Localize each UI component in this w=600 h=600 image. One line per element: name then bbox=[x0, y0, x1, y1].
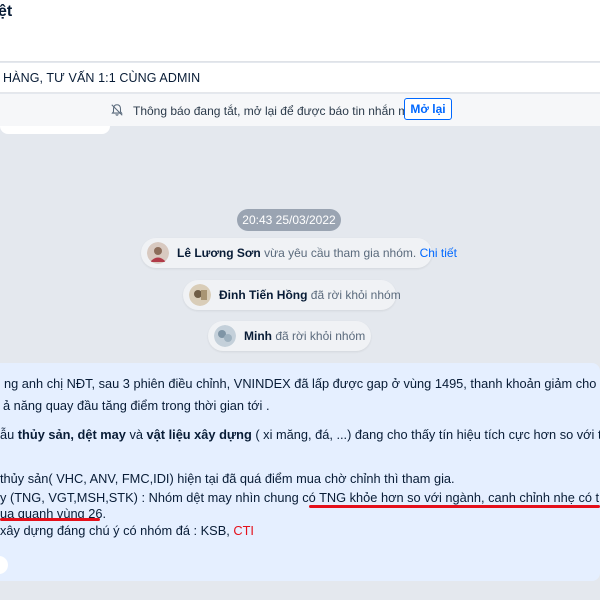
user-avatar bbox=[214, 325, 236, 347]
text-span: y (TNG, VGT,MSH,STK) : Nhóm dệt may nhìn… bbox=[0, 490, 320, 505]
text-span: ( xi măng, đá, ...) đang cho thấy tín hi… bbox=[251, 427, 600, 442]
member-name[interactable]: Đinh Tiến Hồng bbox=[219, 288, 307, 302]
notice-text: Thông báo đang tắt, mở lại để được báo t… bbox=[133, 104, 419, 118]
message-line: y (TNG, VGT,MSH,STK) : Nhóm dệt may nhìn… bbox=[0, 490, 600, 505]
highlighted-ticker: CTI bbox=[233, 523, 254, 538]
member-name[interactable]: Lê Lương Sơn bbox=[177, 246, 261, 260]
bell-muted-icon bbox=[111, 104, 123, 116]
message-line: xây dựng đáng chú ý có nhóm đá : KSB, CT… bbox=[0, 523, 254, 538]
banner-text: HÀNG, TƯ VẤN 1:1 CÙNG ADMIN bbox=[3, 71, 201, 85]
timestamp-divider: 20:43 25/03/2022 bbox=[237, 209, 341, 231]
text-span: xây dựng đáng chú ý có nhóm đá : KSB, bbox=[0, 523, 234, 538]
bold-text: thủy sản, dệt may bbox=[17, 427, 126, 442]
system-text: đã rời khỏi nhóm bbox=[275, 329, 366, 343]
message-line: ả năng quay đầu tăng điểm trong thời gia… bbox=[3, 398, 270, 413]
system-message-left: Minh đã rời khỏi nhóm bbox=[208, 321, 371, 351]
red-underline bbox=[309, 505, 600, 508]
highlighted-text: TNG khỏe hơn so với ngành, canh chỉnh nh… bbox=[319, 490, 600, 505]
system-text: vừa yêu cầu tham gia nhóm. bbox=[264, 246, 417, 260]
notification-off-notice: Thông báo đang tắt, mở lại để được báo t… bbox=[0, 94, 600, 126]
text-span: ẫu bbox=[0, 427, 18, 442]
user-avatar bbox=[147, 242, 169, 264]
system-message-join-request: Lê Lương Sơn vừa yêu cầu tham gia nhóm. … bbox=[141, 238, 457, 268]
chat-header: ệt bbox=[0, 0, 600, 62]
text-span: và bbox=[125, 427, 147, 442]
red-underline bbox=[0, 518, 100, 521]
chat-title: ệt bbox=[0, 3, 13, 20]
details-link[interactable]: Chi tiết bbox=[420, 246, 457, 260]
message-line: ng anh chị NĐT, sau 3 phiên điều chỉnh, … bbox=[4, 376, 600, 391]
user-avatar bbox=[189, 284, 211, 306]
previous-message-bubble bbox=[0, 126, 110, 134]
member-name[interactable]: Minh bbox=[244, 329, 272, 343]
message-line: thủy sản( VHC, ANV, FMC,IDI) hiện tại đã… bbox=[0, 471, 455, 486]
system-text: đã rời khỏi nhóm bbox=[310, 288, 401, 302]
message-line: ẫu thủy sản, dệt may và vật liệu xây dựn… bbox=[0, 427, 600, 442]
bold-text: vật liệu xây dựng bbox=[146, 427, 252, 442]
group-description-banner[interactable]: HÀNG, TƯ VẤN 1:1 CÙNG ADMIN bbox=[0, 63, 600, 93]
turn-on-notifications-button[interactable]: Mở lại bbox=[404, 98, 452, 120]
system-message-left: Đinh Tiến Hồng đã rời khỏi nhóm bbox=[183, 280, 401, 310]
